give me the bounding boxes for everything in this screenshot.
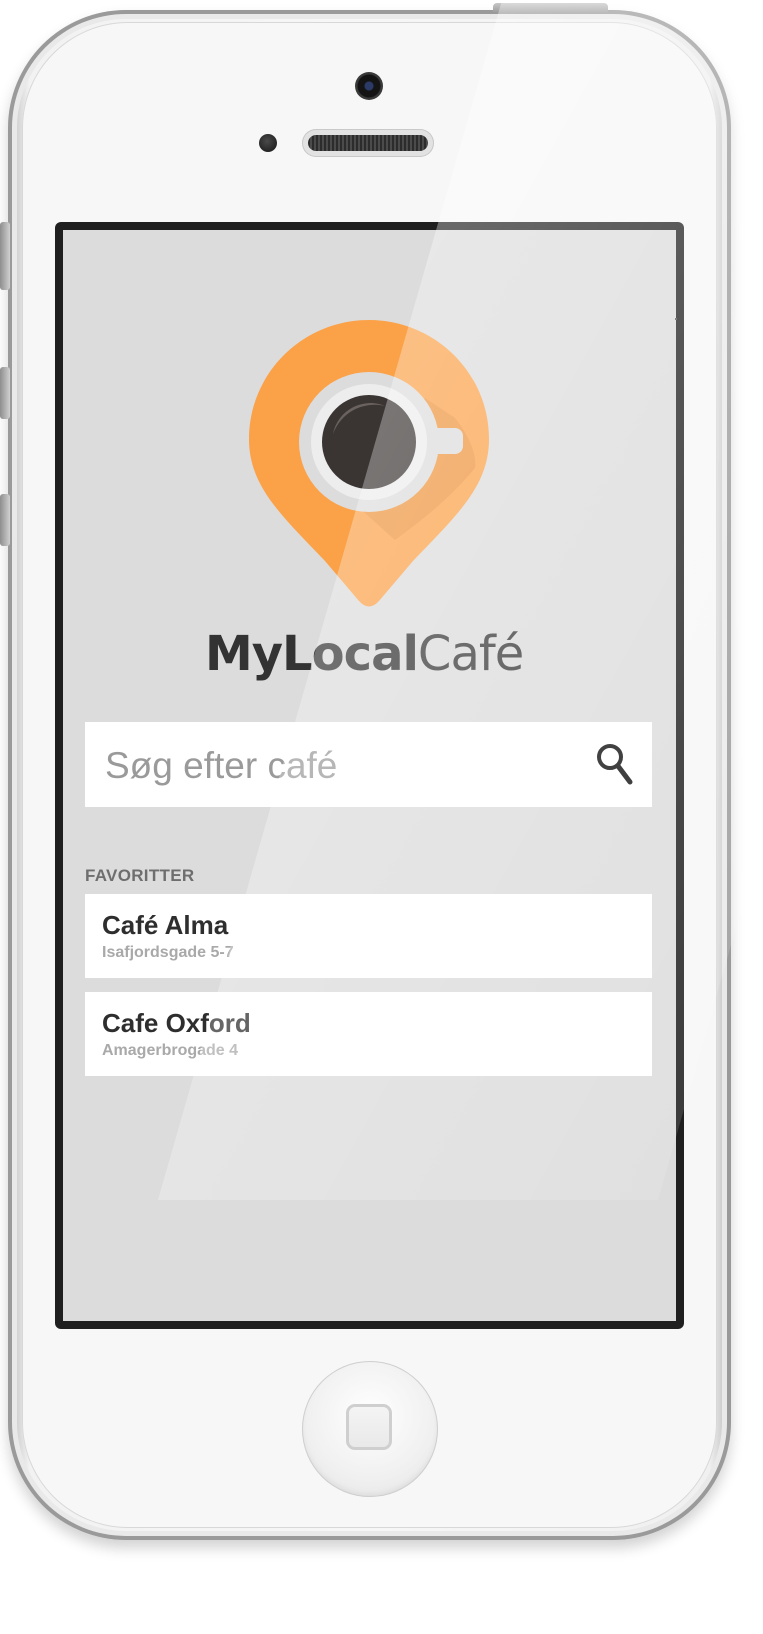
front-camera [355,72,383,100]
app-logo-icon [249,320,489,607]
brand-name-bold: MyLocal [205,626,419,682]
favorite-item-cafe-alma[interactable]: Café Alma Isafjordsgade 5-7 [85,894,652,978]
home-square-icon [346,1404,392,1450]
volume-down-button [0,494,10,546]
search-bar [85,722,652,809]
search-icon[interactable] [595,742,635,786]
favorite-address: Amagerbrogade 4 [102,1042,239,1059]
proximity-sensor [259,134,277,152]
search-input[interactable] [103,722,577,809]
volume-up-button [0,367,10,419]
favorites-section-label: FAVORITTER [85,866,195,885]
mute-switch [0,222,10,290]
favorite-name: Cafe Oxford [102,1008,251,1038]
coffee-surface [322,395,416,489]
earpiece-speaker [302,129,434,157]
favorite-address: Isafjordsgade 5-7 [102,944,234,961]
app-brand-name: MyLocalCafé [205,624,545,684]
power-button [493,3,608,13]
favorite-item-cafe-oxford[interactable]: Cafe Oxford Amagerbrogade 4 [85,992,652,1076]
favorite-name: Café Alma [102,910,229,940]
home-button[interactable] [302,1361,438,1497]
brand-name-light: Café [417,626,524,682]
status-indicator [675,318,677,320]
